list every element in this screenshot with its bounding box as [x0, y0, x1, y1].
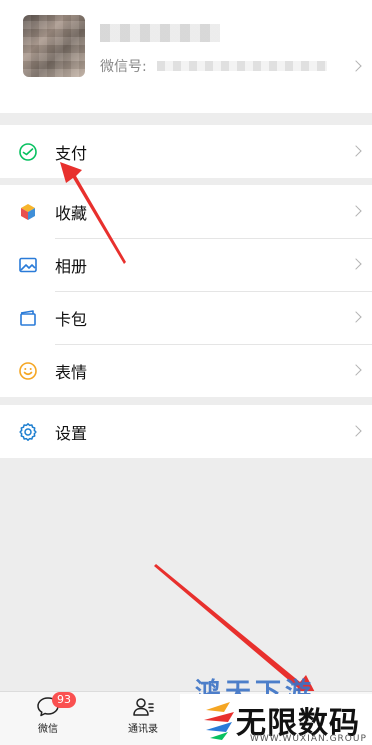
smiley-icon: [18, 361, 38, 381]
gear-icon: [18, 422, 38, 442]
cube-icon: [18, 202, 38, 222]
picture-icon: [18, 255, 38, 275]
wxid-row: 微信号:: [100, 57, 327, 75]
menu-label-stickers: 表情: [55, 362, 88, 382]
menu-item-pay[interactable]: 支付: [0, 125, 372, 178]
menu-item-favorites[interactable]: 收藏: [0, 185, 372, 238]
contacts-icon: [133, 698, 154, 716]
wxid-redacted: [156, 61, 327, 71]
menu-label-settings: 设置: [55, 423, 88, 443]
menu-item-stickers[interactable]: 表情: [0, 344, 372, 397]
settings-group: 设置: [0, 405, 372, 458]
menu-item-settings[interactable]: 设置: [0, 405, 372, 458]
tab-label-chats: 微信: [38, 724, 58, 735]
watermark-logo-icon: [204, 702, 234, 740]
menu-label-pay: 支付: [55, 143, 88, 163]
avatar[interactable]: [23, 15, 85, 77]
chevron-right-icon: [350, 364, 362, 376]
tab-label-contacts: 通讯录: [128, 724, 158, 735]
chevron-right-icon: [350, 145, 362, 157]
profile-header[interactable]: 微信号:: [0, 0, 372, 113]
chevron-right-icon: [350, 258, 362, 270]
card-wallet-icon: [18, 308, 38, 328]
menu-label-cards: 卡包: [55, 309, 88, 329]
menu-item-album[interactable]: 相册: [0, 238, 372, 291]
wxid-label: 微信号:: [100, 59, 147, 75]
watermark-subtitle: WWW.WUXIAN.GROUP: [250, 734, 367, 744]
pay-icon: [18, 142, 38, 162]
menu-item-cards[interactable]: 卡包: [0, 291, 372, 344]
chevron-right-icon: [350, 60, 362, 72]
tab-chats[interactable]: 93 微信: [18, 692, 78, 735]
chevron-right-icon: [350, 311, 362, 323]
content-group: 收藏 相册 卡包 表情: [0, 185, 372, 397]
menu-label-favorites: 收藏: [55, 203, 88, 223]
watermark: 鸿天下游 无限数码 WWW.WUXIAN.GROUP: [180, 670, 372, 745]
nickname-redacted: [100, 24, 220, 42]
tab-contacts[interactable]: 通讯录: [113, 696, 173, 735]
chevron-right-icon: [350, 425, 362, 437]
chevron-right-icon: [350, 205, 362, 217]
pay-group: 支付: [0, 125, 372, 178]
unread-badge: 93: [52, 692, 76, 708]
menu-label-album: 相册: [55, 256, 88, 276]
